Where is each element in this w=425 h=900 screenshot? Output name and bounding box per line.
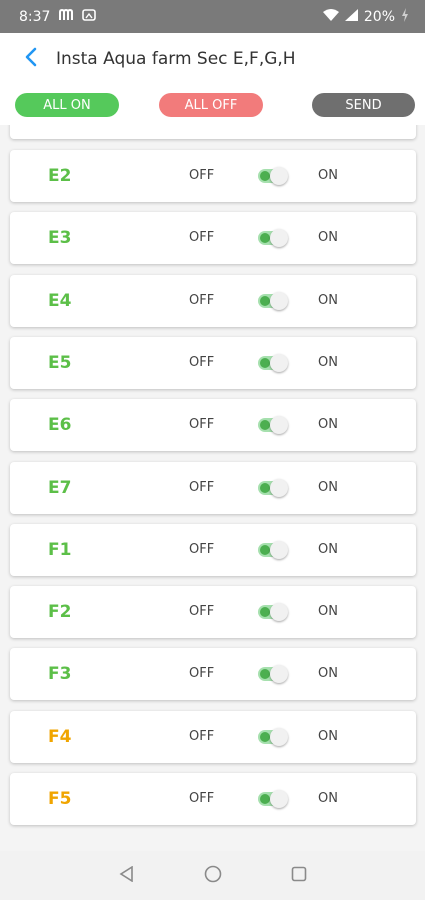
switch-label: E7 [48, 477, 72, 498]
off-label: OFF [189, 168, 215, 183]
on-label: ON [318, 230, 338, 246]
status-bar: 8:37 20% [0, 0, 425, 33]
all-off-button[interactable]: ALL OFF [159, 93, 263, 117]
toggle-switch[interactable] [258, 478, 288, 497]
list-item: E6 OFF ON [10, 399, 416, 452]
toggle-switch[interactable] [258, 291, 288, 310]
app-bar: Insta Aqua farm Sec E,F,G,H [0, 33, 425, 85]
status-time: 8:37 [19, 8, 51, 25]
on-label: ON [318, 168, 338, 183]
switch-label: E3 [48, 228, 72, 249]
switch-label: F1 [48, 539, 72, 560]
off-label: OFF [189, 417, 215, 433]
nav-home-button[interactable] [200, 863, 226, 889]
list-item-partial [10, 125, 416, 139]
system-nav-bar [0, 851, 425, 900]
status-right: 20% [322, 7, 409, 26]
off-label: OFF [189, 604, 215, 620]
on-label: ON [318, 666, 338, 682]
toggle-thumb [270, 291, 288, 310]
switch-label: E2 [48, 166, 72, 186]
off-label: OFF [189, 354, 215, 370]
toggle-thumb [270, 353, 288, 372]
toggle-thumb [270, 478, 288, 497]
list-item: E3 OFF ON [10, 212, 416, 265]
page-title: Insta Aqua farm Sec E,F,G,H [56, 49, 296, 69]
on-label: ON [318, 541, 338, 557]
toggle-switch[interactable] [258, 229, 288, 248]
toggle-switch[interactable] [258, 167, 288, 185]
battery-charging-icon [401, 7, 409, 26]
on-label: ON [318, 292, 338, 308]
on-label: ON [318, 417, 338, 433]
home-circle-icon [204, 865, 222, 887]
on-label: ON [318, 479, 338, 495]
off-label: OFF [189, 230, 215, 246]
toggle-thumb [270, 603, 288, 622]
toggle-thumb [270, 416, 288, 435]
toggle-thumb [270, 665, 288, 684]
list-item: E5 OFF ON [10, 336, 416, 389]
toggle-switch[interactable] [258, 727, 288, 746]
list-item: F3 OFF ON [10, 648, 416, 701]
toggle-switch[interactable] [258, 790, 288, 808]
switch-label: F2 [48, 602, 72, 623]
off-label: OFF [189, 791, 215, 806]
back-triangle-icon [119, 865, 135, 886]
toggle-switch[interactable] [258, 665, 288, 684]
list-item: F1 OFF ON [10, 523, 416, 576]
toggle-switch[interactable] [258, 416, 288, 435]
nav-back-button[interactable] [114, 863, 140, 889]
switch-label: E5 [48, 352, 72, 373]
recents-square-icon [291, 866, 307, 886]
off-label: OFF [189, 479, 215, 495]
toggle-switch[interactable] [258, 603, 288, 622]
switch-label: F5 [48, 789, 72, 809]
gallery-app-icon [82, 8, 97, 25]
toggle-switch[interactable] [258, 540, 288, 559]
wifi-icon [322, 8, 339, 25]
list-item: E4 OFF ON [10, 274, 416, 327]
action-bar: ALL ON ALL OFF SEND [0, 85, 425, 125]
all-on-button[interactable]: ALL ON [15, 93, 119, 117]
switch-label: E4 [48, 290, 72, 311]
on-label: ON [318, 728, 338, 744]
m-app-icon [58, 8, 74, 26]
toggle-thumb [270, 727, 288, 746]
on-label: ON [318, 354, 338, 370]
list-item: F4 OFF ON [10, 710, 416, 763]
on-label: ON [318, 791, 338, 806]
switch-label: F3 [48, 664, 72, 685]
toggle-thumb [270, 540, 288, 559]
switch-label: F4 [48, 726, 72, 747]
list-item: F5 OFF ON [10, 773, 416, 825]
signal-icon [344, 8, 358, 25]
nav-recents-button[interactable] [286, 863, 312, 889]
list-item: F2 OFF ON [10, 586, 416, 639]
battery-label: 20% [363, 8, 395, 25]
toggle-thumb [270, 790, 288, 808]
on-label: ON [318, 604, 338, 620]
back-arrow-icon [24, 47, 38, 71]
list-item: E2 OFF ON [10, 150, 416, 202]
back-button[interactable] [18, 46, 44, 72]
switch-list[interactable]: E2 OFF ON E3 OFF ON E4 OFF ON E5 OFF ON E6 OFF ON E7 OFF… [0, 125, 425, 851]
off-label: OFF [189, 728, 215, 744]
status-left: 8:37 [19, 8, 97, 26]
off-label: OFF [189, 541, 215, 557]
list-item: E7 OFF ON [10, 461, 416, 514]
send-button[interactable]: SEND [312, 93, 415, 117]
off-label: OFF [189, 292, 215, 308]
toggle-switch[interactable] [258, 353, 288, 372]
off-label: OFF [189, 666, 215, 682]
toggle-thumb [270, 167, 288, 185]
toggle-thumb [270, 229, 288, 248]
switch-label: E6 [48, 415, 72, 436]
